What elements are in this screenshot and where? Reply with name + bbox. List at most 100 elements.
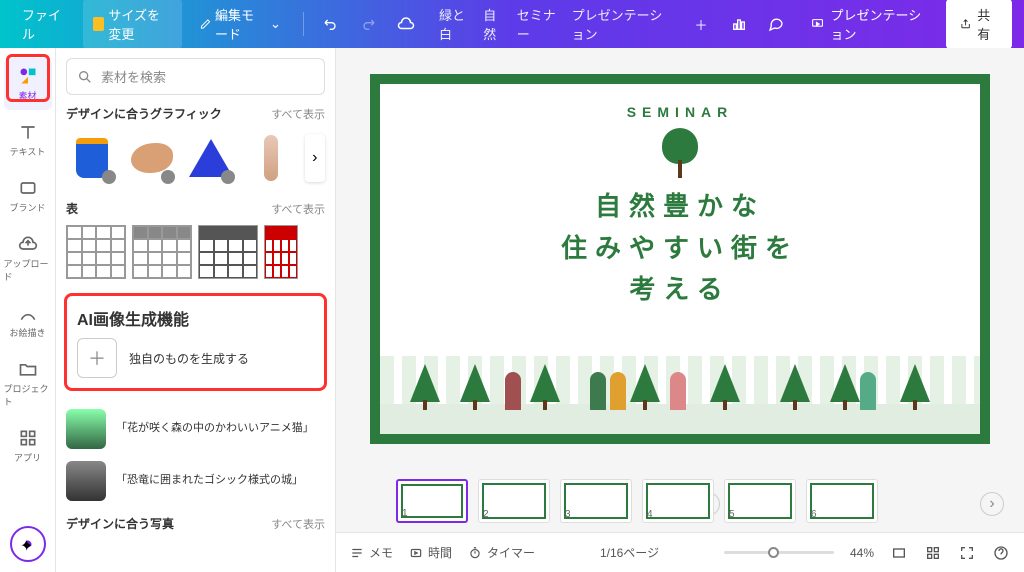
doc-title-part[interactable]: 自然 [483,5,505,43]
redo-button[interactable] [353,6,383,42]
duration-button[interactable]: 時間 [409,544,452,561]
slide-title[interactable]: 自然豊かな 住みやすい街を 考える [380,186,980,311]
fullscreen-icon[interactable] [958,544,976,562]
file-menu[interactable]: ファイル [12,0,75,49]
slide-thumb[interactable]: 3 [560,479,632,523]
doc-title-part[interactable]: プレゼンテーション [572,5,668,43]
tree-icon [460,364,490,410]
graphics-section: デザインに合うグラフィック すべて表示 › [56,105,335,200]
graphic-item[interactable] [126,130,178,186]
table-item[interactable] [264,225,298,279]
bottom-toolbar: メモ 時間 タイマー 1/16ページ 44% [336,532,1024,572]
doc-title-part[interactable]: 緑と白 [439,5,471,43]
zoom-level[interactable]: 44% [850,546,874,560]
slide-thumb[interactable]: 5 [724,479,796,523]
plus-icon: ＋ [77,338,117,378]
slide-thumbnails: 1 2 3 4 5 6 [336,470,1024,532]
magic-fab[interactable]: ✦ [10,526,46,562]
zoom-thumb[interactable] [768,547,779,558]
tree-icon [830,364,860,410]
person-graphic [860,372,876,410]
highlight-annotation [6,54,50,102]
tables-section: 表 すべて表示 [56,200,335,293]
slide-canvas[interactable]: SEMINAR 自然豊かな 住みやすい街を 考える [370,74,990,444]
title-line: 住みやすい街を [380,228,980,270]
rail-projects[interactable]: プロジェクト [4,351,52,416]
add-button[interactable]: ＋ [686,6,716,42]
share-button[interactable]: 共有 [946,0,1012,49]
rail-label: プロジェクト [4,382,52,408]
slide-thumb[interactable]: 2 [478,479,550,523]
help-icon[interactable] [992,544,1010,562]
tree-icon [530,364,560,410]
rail-apps[interactable]: アプリ [4,420,52,472]
section-title: AI画像生成機能 [77,306,314,330]
timer-icon [468,546,482,560]
tree-icon [410,364,440,410]
slide-thumb[interactable]: 4 [642,479,714,523]
edit-mode-dropdown[interactable]: 編集モード ⌄ [190,0,291,49]
see-all-link[interactable]: すべて表示 [271,201,325,217]
view-single-icon[interactable] [890,544,908,562]
see-all-link[interactable]: すべて表示 [271,516,325,532]
share-icon [960,17,971,31]
timer-button[interactable]: タイマー [468,544,535,561]
section-title: デザインに合うグラフィック [66,105,222,122]
graphic-item[interactable] [185,130,237,186]
grid-view-icon[interactable] [924,544,942,562]
present-icon [811,16,824,32]
rail-label: お絵描き [9,326,45,339]
person-graphic [610,372,626,410]
suggestion-text: 「花が咲く森の中のかわいいアニメ猫」 [116,421,314,436]
side-rail: 素材 テキスト ブランド アップロード お絵描き プロジェクト アプリ [0,48,56,572]
rail-brand[interactable]: ブランド [4,170,52,222]
canvas-area: SEMINAR 自然豊かな 住みやすい街を 考える [336,48,1024,572]
thumb-number: 3 [565,509,571,520]
search-placeholder: 素材を検索 [101,67,166,86]
person-graphic [505,372,521,410]
cloud-sync-icon[interactable] [391,6,421,42]
rail-label: ブランド [9,201,45,214]
present-button[interactable]: プレゼンテーション [799,0,938,49]
slide-subtitle[interactable]: SEMINAR [380,104,980,120]
notes-label: メモ [369,544,393,561]
timer-label: タイマー [487,544,535,561]
ai-generate-button[interactable]: ＋ 独自のものを生成する [77,338,314,378]
tree-icon [630,364,660,410]
scroll-right-button[interactable]: › [305,134,325,182]
ai-suggestion[interactable]: 「花が咲く森の中のかわいいアニメ猫」 [56,403,335,455]
sparkle-icon: ✦ [20,536,36,552]
photos-section: デザインに合う写真 すべて表示 [56,515,335,554]
search-input[interactable]: 素材を検索 [66,58,325,95]
resize-button[interactable]: サイズを変更 [83,0,182,49]
notes-button[interactable]: メモ [350,544,393,561]
tree-icon [710,364,740,410]
scene-graphic[interactable] [380,334,980,434]
table-item[interactable] [198,225,258,279]
see-all-link[interactable]: すべて表示 [271,106,325,122]
comment-icon[interactable] [762,6,792,42]
rail-draw[interactable]: お絵描き [4,295,52,347]
slide-thumb[interactable]: 1 [396,479,468,523]
graphic-item[interactable] [66,130,118,186]
rail-text[interactable]: テキスト [4,114,52,166]
thumb-next-button[interactable]: › [980,492,1004,516]
elements-panel: 素材を検索 デザインに合うグラフィック すべて表示 › 表 すべて表示 [56,48,336,572]
table-item[interactable] [132,225,192,279]
page-indicator[interactable]: 1/16ページ [600,544,659,561]
tree-graphic[interactable] [660,128,700,178]
graphic-item[interactable] [245,130,297,186]
rail-label: テキスト [10,145,46,158]
ai-suggestion[interactable]: 「恐竜に囲まれたゴシック様式の城」 [56,455,335,507]
undo-button[interactable] [316,6,346,42]
zoom-slider[interactable] [724,551,834,554]
doc-title-part[interactable]: セミナー [517,5,560,43]
rail-upload[interactable]: アップロード [4,226,52,291]
duration-label: 時間 [428,544,452,561]
pencil-icon [200,17,211,31]
tree-icon [780,364,810,410]
table-item[interactable] [66,225,126,279]
analytics-icon[interactable] [724,6,754,42]
crown-icon [93,17,104,31]
slide-thumb[interactable]: 6 [806,479,878,523]
